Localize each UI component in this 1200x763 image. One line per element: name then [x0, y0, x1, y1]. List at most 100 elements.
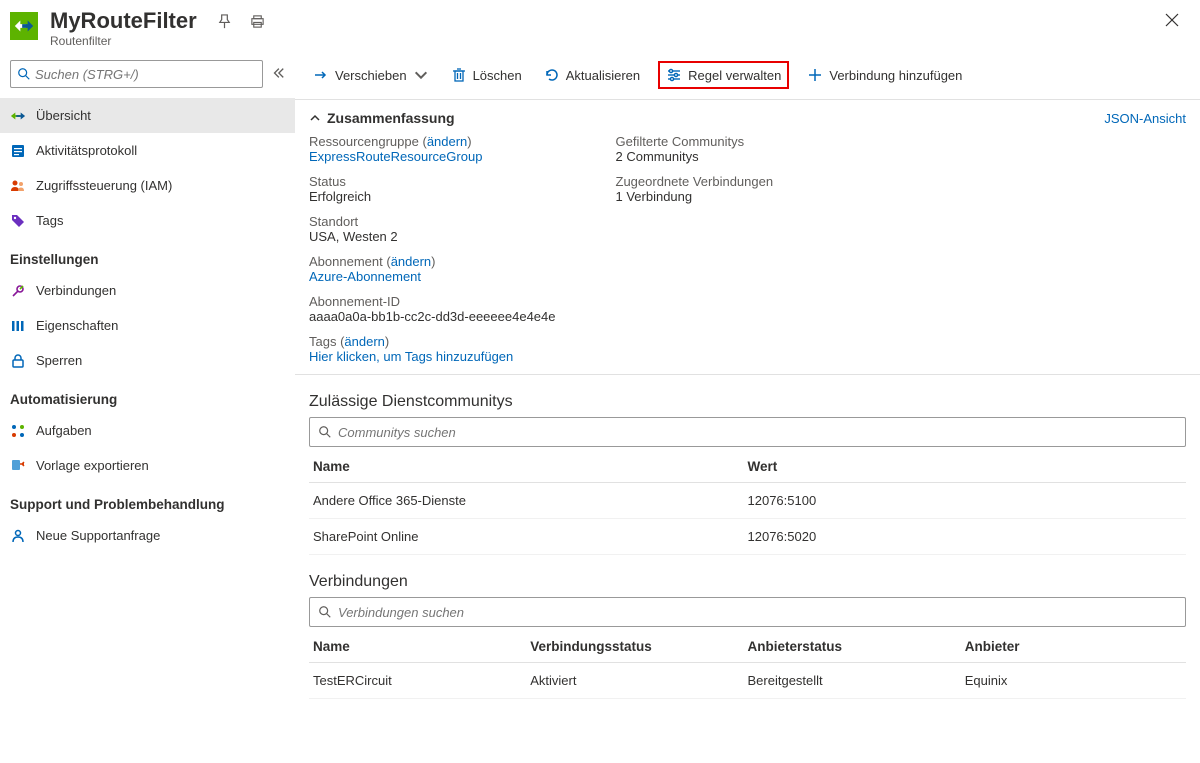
change-subscription-link[interactable]: ändern [391, 254, 431, 269]
add-connection-button[interactable]: Verbindung hinzufügen [803, 65, 966, 85]
change-tags-link[interactable]: ändern [344, 334, 384, 349]
main-content: Verschieben Löschen Aktualisieren Regel … [295, 50, 1200, 699]
export-template-icon [10, 458, 26, 474]
communities-table: Name Wert Andere Office 365-Dienste 1207… [309, 451, 1186, 555]
summary-panel: Zusammenfassung JSON-Ansicht Ressourceng… [295, 100, 1200, 375]
sidebar-item-new-support-request[interactable]: Neue Supportanfrage [0, 518, 295, 553]
sidebar-item-label: Übersicht [36, 108, 91, 123]
sidebar-section-support: Support und Problembehandlung [0, 483, 295, 518]
communities-search-input[interactable] [338, 425, 1177, 440]
manage-rule-button[interactable]: Regel verwalten [658, 61, 789, 89]
cell-provider: Equinix [965, 673, 1182, 688]
chevron-down-icon [413, 67, 429, 83]
sidebar-section-settings: Einstellungen [0, 238, 295, 273]
sidebar-item-tags[interactable]: Tags [0, 203, 295, 238]
table-row[interactable]: TestERCircuit Aktiviert Bereitgestellt E… [309, 663, 1186, 699]
summary-left-column: Ressourcengruppe (ändern) ExpressRouteRe… [309, 134, 556, 364]
connections-search-input[interactable] [338, 605, 1177, 620]
cell-provider-status: Bereitgestellt [748, 673, 965, 688]
sidebar-item-label: Sperren [36, 353, 82, 368]
communities-search[interactable] [309, 417, 1186, 447]
connections-search[interactable] [309, 597, 1186, 627]
table-header-value[interactable]: Wert [748, 459, 1183, 474]
sidebar-item-activity-log[interactable]: Aktivitätsprotokoll [0, 133, 295, 168]
value-filtered-communities: 2 Communitys [616, 149, 774, 164]
value-subscription-id: aaaa0a0a-bb1b-cc2c-dd3d-eeeeee4e4e4e [309, 309, 556, 324]
iam-icon [10, 178, 26, 194]
page-subtitle: Routenfilter [50, 34, 197, 48]
connections-table: Name Verbindungsstatus Anbieterstatus An… [309, 631, 1186, 699]
table-header-name[interactable]: Name [313, 639, 530, 654]
sidebar-item-label: Neue Supportanfrage [36, 528, 160, 543]
label-subscription: Abonnement (ändern) [309, 254, 436, 269]
cell-name: SharePoint Online [313, 529, 748, 544]
table-header-conn-status[interactable]: Verbindungsstatus [530, 639, 747, 654]
cell-value: 12076:5100 [748, 493, 1183, 508]
change-rg-link[interactable]: ändern [427, 134, 467, 149]
connections-icon [10, 283, 26, 299]
pin-icon[interactable] [217, 14, 232, 32]
table-row[interactable]: Andere Office 365-Dienste 12076:5100 [309, 483, 1186, 519]
sidebar-search-input[interactable] [35, 67, 256, 82]
cell-value: 12076:5020 [748, 529, 1183, 544]
label-subscription-id: Abonnement-ID [309, 294, 556, 309]
sidebar-item-tasks[interactable]: Aufgaben [0, 413, 295, 448]
connections-title: Verbindungen [309, 565, 1186, 597]
sidebar-item-iam[interactable]: Zugriffssteuerung (IAM) [0, 168, 295, 203]
add-connection-label: Verbindung hinzufügen [829, 68, 962, 83]
table-header-provider-status[interactable]: Anbieterstatus [748, 639, 965, 654]
sidebar-item-properties[interactable]: Eigenschaften [0, 308, 295, 343]
print-icon[interactable] [250, 14, 265, 32]
properties-icon [10, 318, 26, 334]
label-tags: Tags (ändern) [309, 334, 389, 349]
resource-type-icon [10, 12, 38, 40]
page-header: MyRouteFilter Routenfilter [0, 0, 1200, 50]
sidebar-item-locks[interactable]: Sperren [0, 343, 295, 378]
page-title: MyRouteFilter [50, 8, 197, 34]
sidebar-search[interactable] [10, 60, 263, 88]
title-block: MyRouteFilter Routenfilter [50, 8, 197, 48]
value-status: Erfolgreich [309, 189, 556, 204]
label-location: Standort [309, 214, 556, 229]
label-resource-group: Ressourcengruppe (ändern) [309, 134, 472, 149]
table-header-provider[interactable]: Anbieter [965, 639, 1182, 654]
delete-label: Löschen [473, 68, 522, 83]
sidebar-item-connections[interactable]: Verbindungen [0, 273, 295, 308]
tasks-icon [10, 423, 26, 439]
communities-title: Zulässige Dienstcommunitys [309, 385, 1186, 417]
collapse-sidebar-icon[interactable] [271, 66, 285, 83]
communities-section: Zulässige Dienstcommunitys Name Wert And… [295, 375, 1200, 555]
cell-conn-status: Aktiviert [530, 673, 747, 688]
command-bar: Verschieben Löschen Aktualisieren Regel … [295, 61, 1200, 100]
move-button[interactable]: Verschieben [309, 65, 433, 85]
sidebar-item-label: Verbindungen [36, 283, 116, 298]
tags-icon [10, 213, 26, 229]
refresh-label: Aktualisieren [566, 68, 640, 83]
sidebar-item-label: Aktivitätsprotokoll [36, 143, 137, 158]
overview-icon [10, 108, 26, 124]
summary-right-column: Gefilterte Communitys 2 Communitys Zugeo… [616, 134, 774, 364]
sidebar-item-export-template[interactable]: Vorlage exportieren [0, 448, 295, 483]
sidebar-item-label: Tags [36, 213, 63, 228]
sidebar-item-overview[interactable]: Übersicht [0, 98, 295, 133]
refresh-button[interactable]: Aktualisieren [540, 65, 644, 85]
table-header-name[interactable]: Name [313, 459, 748, 474]
move-label: Verschieben [335, 68, 407, 83]
value-resource-group[interactable]: ExpressRouteResourceGroup [309, 149, 482, 164]
value-subscription[interactable]: Azure-Abonnement [309, 269, 421, 284]
table-row[interactable]: SharePoint Online 12076:5020 [309, 519, 1186, 555]
activity-log-icon [10, 143, 26, 159]
summary-heading: Zusammenfassung [327, 110, 455, 126]
chevron-up-icon[interactable] [309, 112, 321, 124]
cell-name: Andere Office 365-Dienste [313, 493, 748, 508]
value-associated-connections: 1 Verbindung [616, 189, 774, 204]
close-button[interactable] [1164, 12, 1180, 31]
sidebar-item-label: Aufgaben [36, 423, 92, 438]
add-tags-link[interactable]: Hier klicken, um Tags hinzuzufügen [309, 349, 513, 364]
sidebar-item-label: Vorlage exportieren [36, 458, 149, 473]
sidebar: Übersicht Aktivitätsprotokoll Zugriffsst… [0, 50, 295, 699]
json-view-link[interactable]: JSON-Ansicht [1104, 111, 1186, 126]
cell-name: TestERCircuit [313, 673, 530, 688]
value-location: USA, Westen 2 [309, 229, 556, 244]
delete-button[interactable]: Löschen [447, 65, 526, 85]
